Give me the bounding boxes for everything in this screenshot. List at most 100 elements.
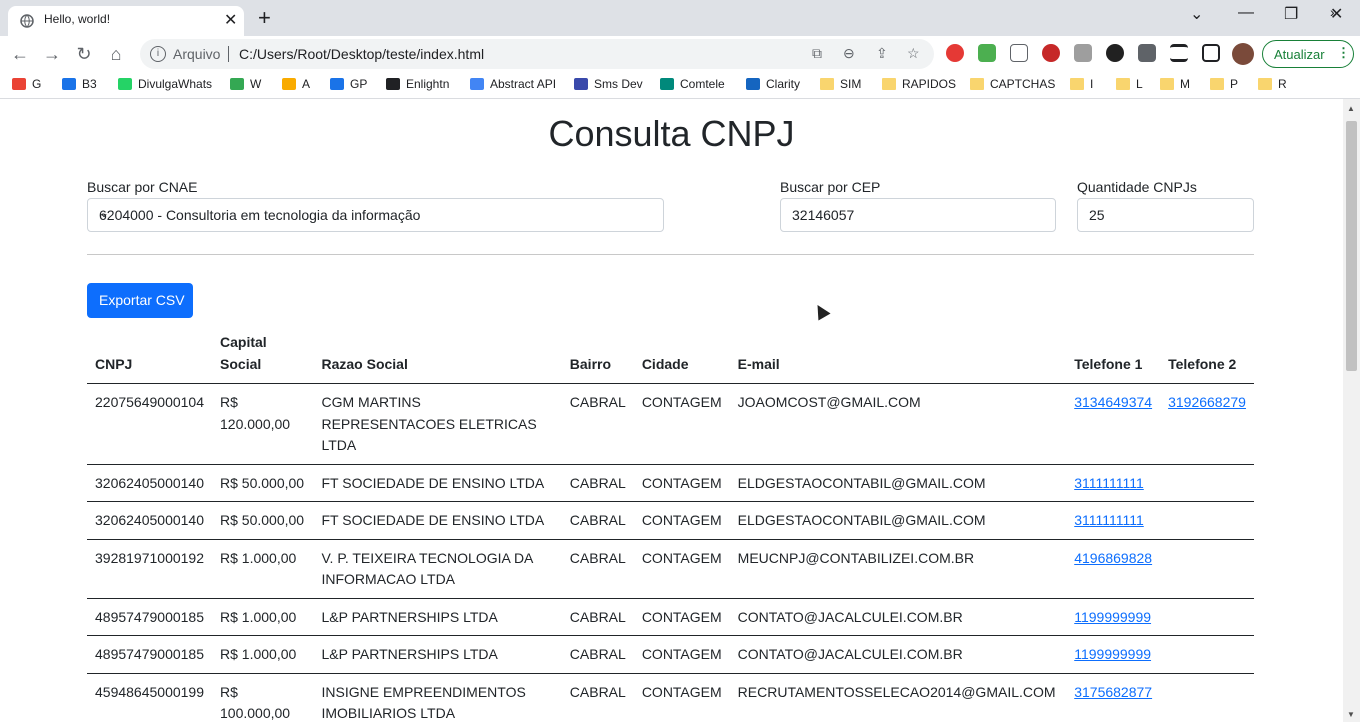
bookmark-item[interactable]: CAPTCHAS [970,77,1055,91]
phone-link[interactable]: 3192668279 [1168,394,1246,410]
close-tab-icon[interactable]: ✕ [224,10,237,30]
scrollbar-thumb[interactable] [1346,121,1357,371]
cell-email: MEUCNPJ@CONTABILIZEI.COM.BR [729,539,1067,599]
phone-link[interactable]: 3134649374 [1074,394,1152,410]
cell-cidade: CONTAGEM [633,635,730,674]
table-row: 32062405000140 R$ 50.000,00 FT SOCIEDADE D… [87,464,1254,502]
bookmark-item[interactable]: G [12,77,41,91]
header-telefone-2: Telefone 2 [1160,331,1254,384]
bookmark-item[interactable]: SIM [820,77,861,91]
bookmark-item[interactable]: Abstract API [470,77,556,91]
bookmark-favicon-icon [660,78,674,90]
browser-tab[interactable]: Hello, world! ✕ [8,6,244,36]
tab-search-icon[interactable]: ⌄ [1190,4,1203,24]
bookmark-item[interactable]: P [1210,77,1238,91]
bookmark-favicon-icon [230,78,244,90]
cell-razao: CGM MARTINS REPRESENTACOES ELETRICAS LTD… [313,383,562,465]
cell-capital: R$ 50.000,00 [212,501,314,540]
bookmark-item[interactable]: W [230,77,261,91]
profile-avatar[interactable] [1232,43,1254,65]
share-icon[interactable]: ⇪ [876,45,888,62]
minimize-icon[interactable]: — [1238,4,1254,22]
extension-camera-icon[interactable] [1074,44,1092,62]
table-row: 48957479000185 R$ 1.000,00 L&P PARTNERSHIP… [87,598,1254,636]
chevron-down-icon: ⌄ [99,206,110,220]
translate-icon[interactable]: ⧉ [812,45,822,62]
extension-json-icon[interactable] [1010,44,1028,62]
page-scrollbar[interactable]: ▲ ▼ [1343,99,1360,722]
update-button[interactable]: Atualizar ⋮ [1262,40,1354,68]
cell-capital: R$ 100.000,00 [212,673,314,722]
phone-link[interactable]: 1199999999 [1074,646,1151,662]
bookmark-item[interactable]: Comtele [660,77,725,91]
bookmark-label: M [1180,77,1190,91]
extensions-puzzle-icon[interactable] [1138,44,1156,62]
quantidade-label: Quantidade CNPJs [1077,179,1197,195]
cell-cnpj: 32062405000140 [87,464,213,502]
extension-eye-icon[interactable] [1042,44,1060,62]
bookmark-item[interactable]: Sms Dev [574,77,643,91]
bookmark-item[interactable]: M [1160,77,1190,91]
cell-cidade: CONTAGEM [633,673,730,722]
info-icon[interactable]: i [150,46,166,62]
phone-link[interactable]: 3111111111 [1074,512,1144,528]
home-icon[interactable]: ⌂ [104,42,128,66]
extension-sync-icon[interactable] [1106,44,1124,62]
address-url[interactable]: C:/Users/Root/Desktop/teste/index.html [239,46,484,62]
menu-dots-icon[interactable]: ⋮ [1337,45,1350,61]
cell-email: RECRUTAMENTOSSELECAO2014@GMAIL.COM [729,673,1067,722]
export-csv-button[interactable]: Exportar CSV [87,283,193,318]
cell-bairro: CABRAL [561,501,634,540]
phone-link[interactable]: 3175682877 [1074,684,1152,700]
bookmark-item[interactable]: A [282,77,310,91]
restore-icon[interactable]: ❐ [1284,4,1298,24]
forward-icon[interactable]: → [40,42,64,66]
zoom-icon[interactable]: ⊖ [843,45,855,62]
quantidade-input[interactable]: 25 [1077,198,1254,232]
phone-link[interactable]: 4196869828 [1074,550,1152,566]
quantidade-value: 25 [1089,207,1105,223]
address-bar[interactable]: i Arquivo C:/Users/Root/Desktop/teste/in… [140,39,934,69]
extension-agent-icon[interactable] [978,44,996,62]
phone-link[interactable]: 1199999999 [1074,609,1151,625]
bookmark-item[interactable]: DivulgaWhats [118,77,212,91]
cnae-select[interactable]: 6204000 - Consultoria em tecnologia da i… [87,198,664,232]
more-bookmarks-icon[interactable]: » [1330,4,1338,20]
bookmark-favicon-icon [470,78,484,90]
bookmark-star-icon[interactable]: ☆ [907,45,920,62]
reload-icon[interactable]: ↻ [72,42,96,66]
phone-link[interactable]: 3111111111 [1074,475,1144,491]
globe-icon [20,14,34,28]
cell-razao: FT SOCIEDADE DE ENSINO LTDA [313,464,562,502]
scroll-up-icon[interactable]: ▲ [1347,104,1355,113]
bookmark-item[interactable]: L [1116,77,1143,91]
cell-cidade: CONTAGEM [633,464,730,502]
cell-tel1: 3111111111 [1066,501,1161,540]
side-panel-icon[interactable] [1202,44,1220,62]
bookmark-label: B3 [82,77,97,91]
scroll-down-icon[interactable]: ▼ [1347,710,1355,719]
bookmark-item[interactable]: I [1070,77,1093,91]
bookmark-item[interactable]: RAPIDOS [882,77,956,91]
new-tab-icon[interactable]: + [258,5,271,31]
reading-list-icon[interactable] [1170,44,1188,62]
back-icon[interactable]: ← [8,42,32,66]
bookmark-item[interactable]: Enlightn [386,77,449,91]
cep-input[interactable]: 32146057 [780,198,1056,232]
table-row: 22075649000104 R$ 120.000,00 CGM MARTINS R… [87,383,1254,465]
header-cnpj: CNPJ [87,331,213,384]
bookmark-item[interactable]: R [1258,77,1287,91]
cell-tel1: 3175682877 [1066,673,1161,722]
cell-tel2: 3192668279 [1160,383,1254,465]
cell-cnpj: 22075649000104 [87,383,213,465]
cell-tel1: 1199999999 [1066,598,1161,636]
bookmark-label: Enlightn [406,77,450,91]
cell-cidade: CONTAGEM [633,501,730,540]
bookmark-item[interactable]: GP [330,77,367,91]
bookmark-item[interactable]: B3 [62,77,97,91]
bookmark-item[interactable]: Clarity [746,77,800,91]
cell-cidade: CONTAGEM [633,539,730,599]
folder-icon [970,78,984,90]
table-row: 39281971000192 R$ 1.000,00 V. P. TEIXEIRA … [87,539,1254,599]
extension-opera-icon[interactable] [946,44,964,62]
